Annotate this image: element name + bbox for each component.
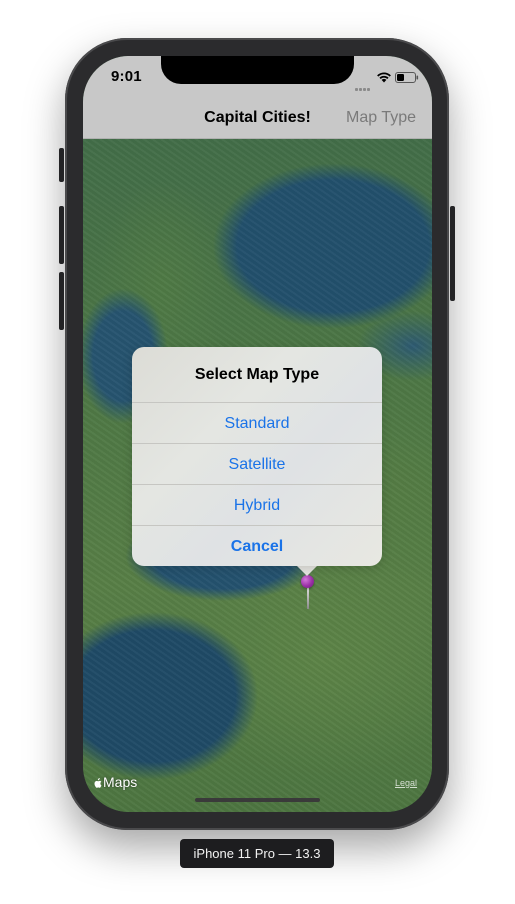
navigation-bar: Capital Cities! Map Type — [83, 100, 432, 139]
cellular-signal-icon — [355, 78, 375, 91]
simulator-stage: 9:01 Capital Cities! Map Type Select Map… — [0, 0, 515, 904]
wifi-icon — [377, 72, 391, 83]
battery-icon — [395, 72, 419, 83]
select-map-type-alert: Select Map Type Standard Satellite Hybri… — [132, 347, 382, 566]
notch — [161, 56, 354, 84]
apple-maps-logo: Maps — [93, 774, 137, 790]
volume-down-button — [59, 272, 64, 330]
nav-title: Capital Cities! — [204, 109, 311, 126]
satellite-button[interactable]: Satellite — [132, 443, 382, 485]
status-bar: 9:01 — [83, 56, 432, 100]
phone-frame: 9:01 Capital Cities! Map Type Select Map… — [59, 38, 455, 830]
hybrid-button[interactable]: Hybrid — [132, 484, 382, 526]
legal-link[interactable]: Legal — [395, 778, 417, 788]
popover-arrow — [297, 566, 317, 576]
power-button — [450, 206, 455, 301]
apple-logo-icon — [94, 778, 102, 788]
device-label: iPhone 11 Pro — 13.3 — [180, 839, 334, 868]
volume-up-button — [59, 206, 64, 264]
alert-title: Select Map Type — [194, 366, 320, 383]
map-type-button[interactable]: Map Type — [346, 109, 416, 127]
phone-screen: 9:01 Capital Cities! Map Type Select Map… — [83, 56, 432, 812]
maps-logo-text: Maps — [103, 774, 138, 790]
map-pin-needle — [307, 587, 309, 609]
action-button — [59, 148, 64, 182]
status-time: 9:01 — [111, 68, 142, 85]
standard-button[interactable]: Standard — [132, 402, 382, 444]
cancel-button[interactable]: Cancel — [132, 525, 382, 566]
home-indicator[interactable] — [195, 798, 320, 802]
map-pin-icon[interactable] — [301, 575, 314, 588]
